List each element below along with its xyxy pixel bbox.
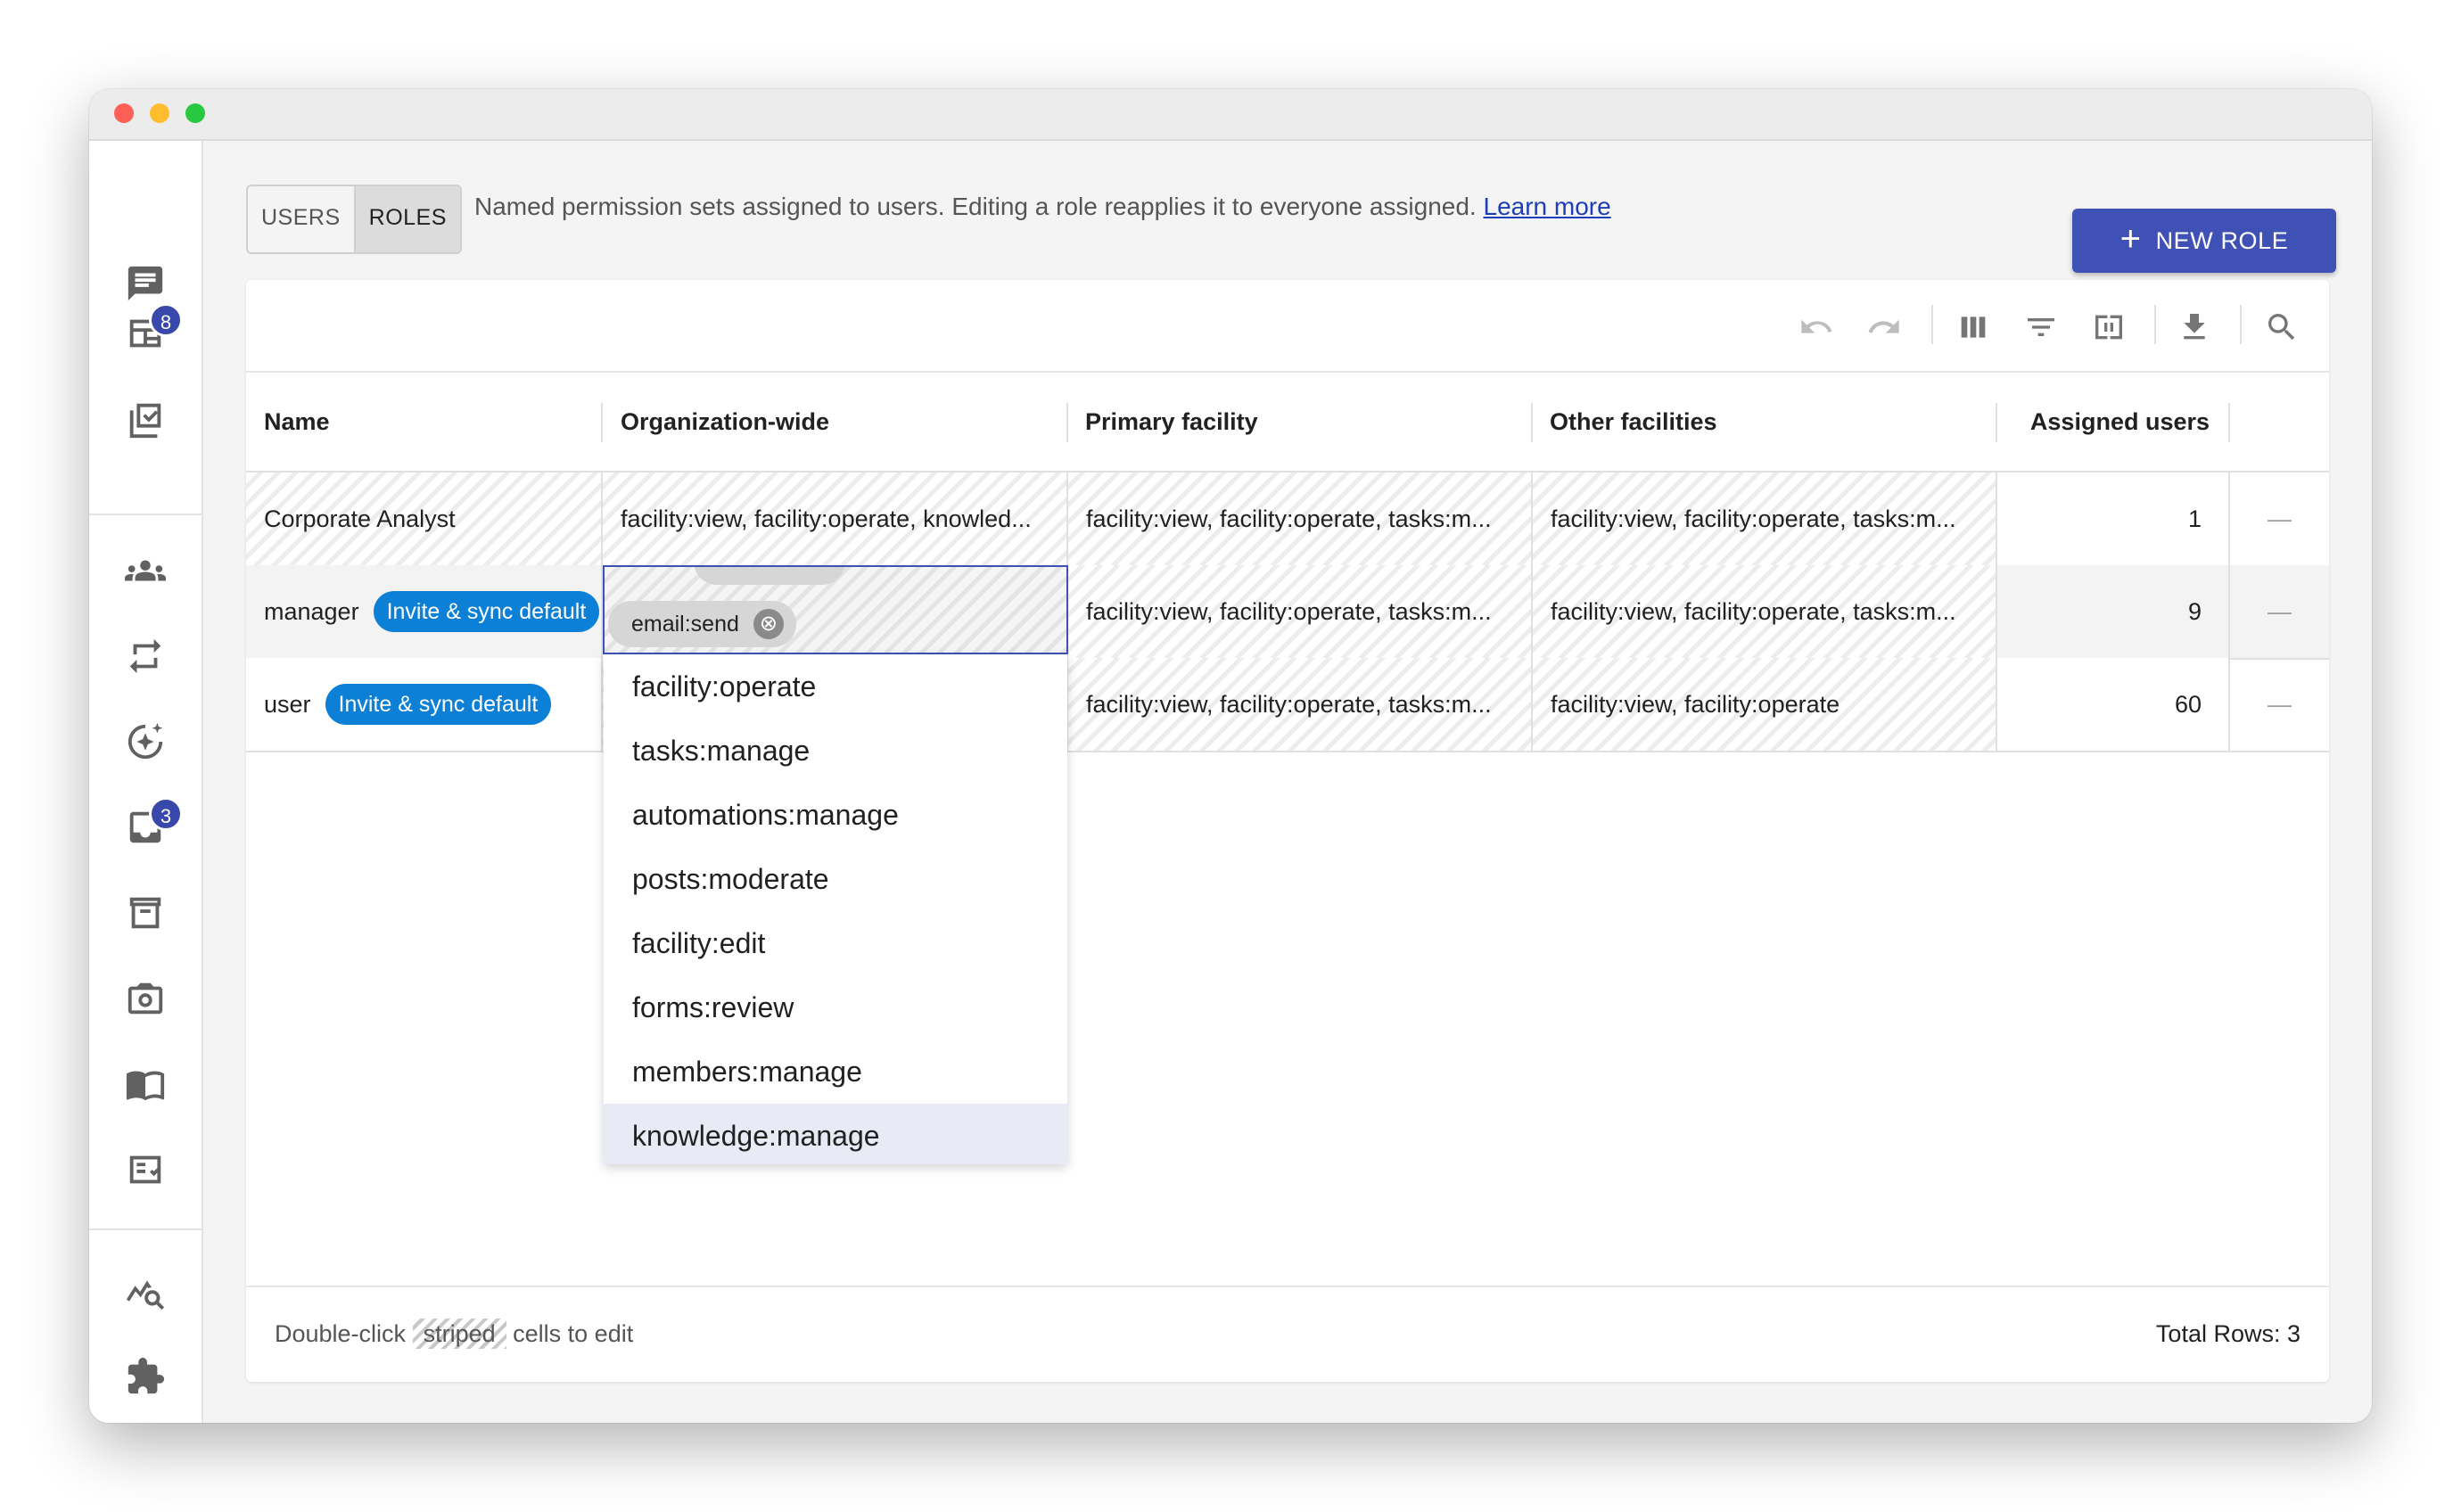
scrolled-chip <box>694 567 845 585</box>
tab-roles[interactable]: ROLES <box>353 186 460 252</box>
role-name: Corporate Analyst <box>264 505 456 532</box>
option-forms-review[interactable]: forms:review <box>604 975 1067 1040</box>
sidebar: 8 3 <box>89 141 203 1423</box>
redo-icon[interactable] <box>1864 307 1905 348</box>
column-header-name[interactable]: Name <box>264 373 330 471</box>
table-row[interactable]: Corporate Analyst facility:view, facilit… <box>246 472 2329 567</box>
table-row[interactable]: manager Invite & sync default facility:vi… <box>246 565 2329 660</box>
roles-grid: Name Organization-wide Primary facility … <box>246 280 2329 1382</box>
task-list-icon[interactable] <box>119 1143 172 1196</box>
minimize-window-button[interactable] <box>150 103 169 123</box>
other-facilities-cell[interactable]: facility:view, facility:operate, tasks:m… <box>1533 472 1997 565</box>
total-rows: Total Rows: 3 <box>2155 1320 2300 1347</box>
app-window: 8 3 USERS ROLES Named permission sets as… <box>89 89 2372 1423</box>
archive-icon[interactable] <box>119 886 172 940</box>
option-members-manage[interactable]: members:manage <box>604 1040 1067 1104</box>
remove-role-button[interactable]: — <box>2230 658 2329 751</box>
permission-multiselect-editor[interactable]: email:send ⊗ <box>603 565 1068 654</box>
table-row[interactable]: user Invite & sync default facility:view,… <box>246 658 2329 752</box>
maximize-window-button[interactable] <box>185 103 205 123</box>
page-description: Named permission sets assigned to users.… <box>474 180 1611 234</box>
title-bar <box>89 89 2372 141</box>
assigned-users-cell: 9 <box>1997 565 2230 658</box>
column-header-primary-facility[interactable]: Primary facility <box>1085 373 1258 471</box>
undo-icon[interactable] <box>1796 307 1837 348</box>
permission-options-dropdown: facility:operate tasks:manage automation… <box>604 654 1067 1164</box>
primary-facility-cell[interactable]: facility:view, facility:operate, tasks:m… <box>1068 565 1533 658</box>
book-icon[interactable] <box>119 1057 172 1111</box>
plus-icon: + <box>2119 219 2142 259</box>
column-header-assigned-users[interactable]: Assigned users <box>2012 373 2210 471</box>
role-name-cell[interactable]: manager Invite & sync default <box>246 565 603 658</box>
new-role-label: NEW ROLE <box>2155 226 2289 254</box>
remove-role-button[interactable]: — <box>2230 565 2329 658</box>
permission-chip: email:send ⊗ <box>608 601 796 647</box>
grid-footer: Double-click striped cells to edit Total… <box>246 1286 2329 1382</box>
hint-prefix: Double-click <box>275 1320 407 1347</box>
download-icon[interactable] <box>2174 307 2215 348</box>
primary-facility-cell[interactable]: facility:view, facility:operate, tasks:m… <box>1068 472 1533 565</box>
assigned-users-cell: 1 <box>1997 472 2230 565</box>
camera-icon[interactable] <box>119 972 172 1025</box>
table-header: Name Organization-wide Primary facility … <box>246 373 2329 472</box>
calendar-table-icon[interactable]: 8 <box>119 303 183 360</box>
filter-icon[interactable] <box>2021 307 2062 348</box>
role-name: user <box>264 691 311 718</box>
analytics-search-icon[interactable] <box>119 1264 172 1318</box>
chip-label: email:send <box>631 612 739 637</box>
option-automations-manage[interactable]: automations:manage <box>604 783 1067 847</box>
organization-wide-cell[interactable]: facility:view, facility:operate, knowled… <box>603 472 1068 565</box>
close-window-button[interactable] <box>114 103 134 123</box>
density-icon[interactable] <box>2088 307 2129 348</box>
other-facilities-cell[interactable]: facility:view, facility:operate <box>1533 658 1997 751</box>
other-facilities-cell[interactable]: facility:view, facility:operate, tasks:m… <box>1533 565 1997 658</box>
search-icon[interactable] <box>2261 307 2302 348</box>
role-name-cell[interactable]: Corporate Analyst <box>246 472 603 565</box>
assigned-users-cell: 60 <box>1997 658 2230 751</box>
invite-sync-default-badge: Invite & sync default <box>325 683 552 725</box>
hint-suffix: cells to edit <box>513 1320 634 1347</box>
column-header-other-facilities[interactable]: Other facilities <box>1550 373 1717 471</box>
notification-badge: 3 <box>149 797 183 831</box>
option-tasks-manage[interactable]: tasks:manage <box>604 719 1067 783</box>
option-facility-edit[interactable]: facility:edit <box>604 911 1067 975</box>
inbox-icon[interactable]: 3 <box>119 797 183 854</box>
column-header-organization-wide[interactable]: Organization-wide <box>621 373 829 471</box>
remove-role-button[interactable]: — <box>2230 472 2329 565</box>
sync-arrows-icon[interactable] <box>119 629 172 683</box>
users-roles-toggle: USERS ROLES <box>246 185 462 254</box>
role-name-cell[interactable]: user Invite & sync default <box>246 658 603 751</box>
tab-users[interactable]: USERS <box>248 186 354 252</box>
new-role-button[interactable]: + NEW ROLE <box>2072 209 2336 273</box>
people-icon[interactable] <box>119 544 172 597</box>
option-knowledge-manage[interactable]: knowledge:manage <box>604 1104 1067 1164</box>
chip-remove-icon[interactable]: ⊗ <box>753 609 784 639</box>
learn-more-link[interactable]: Learn more <box>1484 193 1611 220</box>
description-text: Named permission sets assigned to users.… <box>474 193 1477 220</box>
notification-badge: 8 <box>149 303 183 337</box>
primary-facility-cell[interactable]: facility:view, facility:operate, tasks:m… <box>1068 658 1533 751</box>
role-name: manager <box>264 598 359 625</box>
edit-hint: Double-click striped cells to edit <box>275 1287 633 1380</box>
puzzle-icon[interactable] <box>119 1350 172 1403</box>
checklist-icon[interactable] <box>119 392 172 446</box>
chat-icon[interactable] <box>119 257 172 310</box>
columns-icon[interactable] <box>1953 307 1994 348</box>
grid-toolbar <box>246 280 2329 373</box>
invite-sync-default-badge: Invite & sync default <box>373 590 600 632</box>
sparkle-circle-icon[interactable] <box>119 715 172 768</box>
option-posts-moderate[interactable]: posts:moderate <box>604 847 1067 911</box>
striped-sample: striped <box>412 1319 506 1349</box>
option-facility-operate[interactable]: facility:operate <box>604 654 1067 719</box>
